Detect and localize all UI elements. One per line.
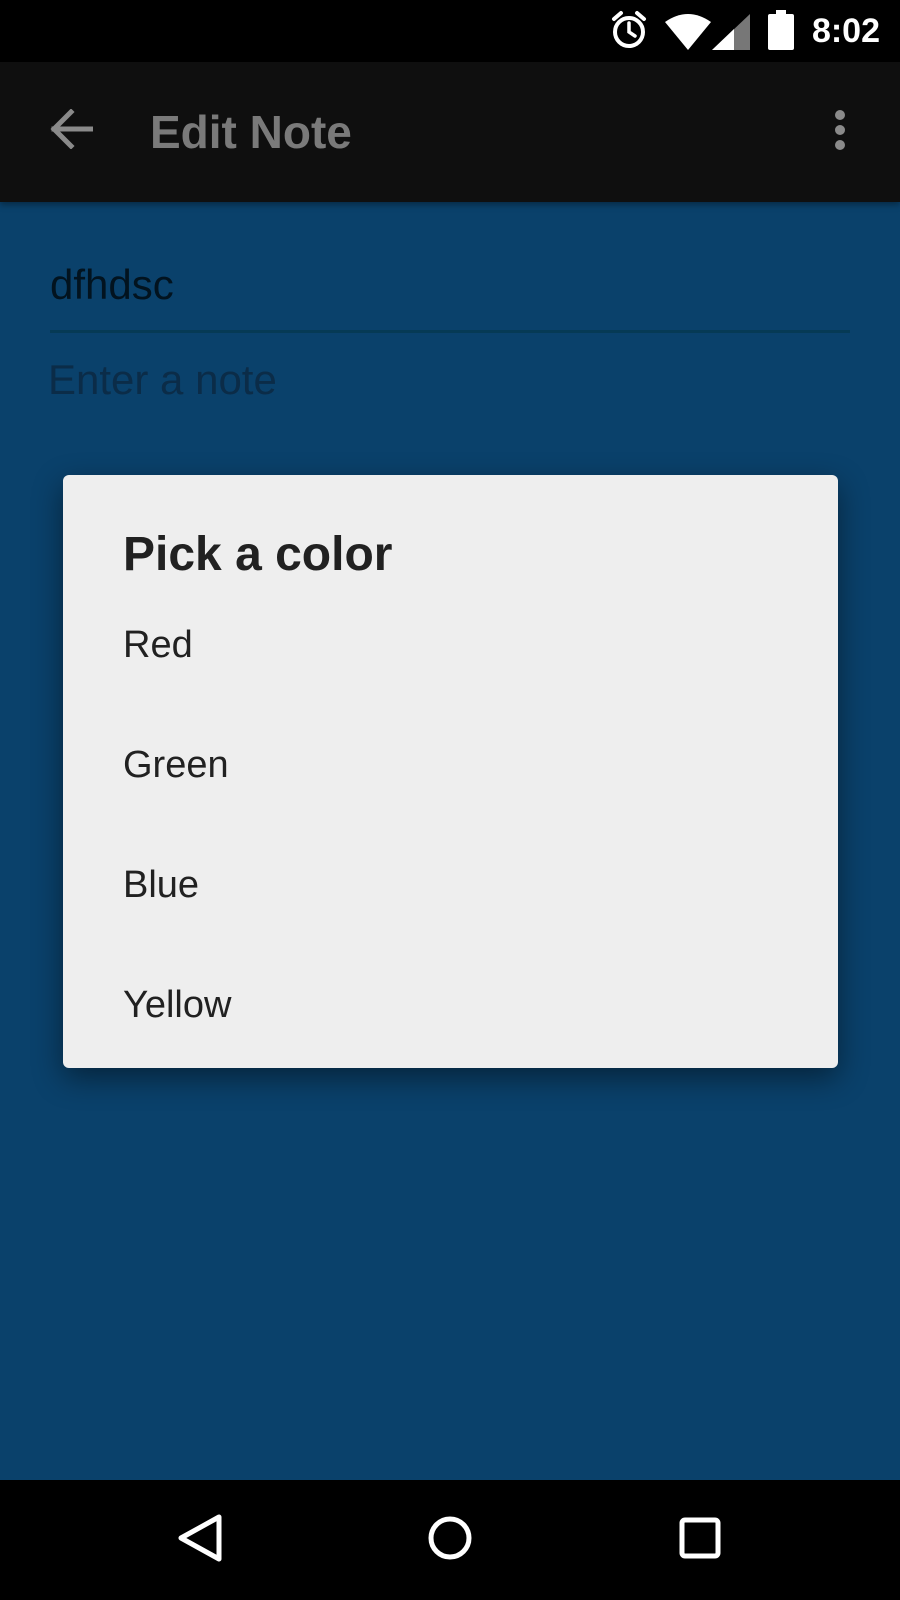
more-vert-icon xyxy=(834,109,846,156)
wifi-icon xyxy=(665,14,711,55)
status-time: 8:02 xyxy=(811,12,880,50)
navigation-bar xyxy=(0,1480,900,1600)
color-option-label: Yellow xyxy=(123,983,232,1026)
app-bar: Edit Note xyxy=(0,62,900,202)
color-option-yellow[interactable]: Yellow xyxy=(63,945,838,1065)
arrow-left-icon xyxy=(49,107,94,154)
color-picker-dialog: Pick a color Red Green Blue Yellow xyxy=(63,475,838,1068)
color-option-label: Red xyxy=(123,623,193,666)
color-option-label: Blue xyxy=(123,863,200,906)
color-option-blue[interactable]: Blue xyxy=(63,825,838,945)
color-option-label: Green xyxy=(123,743,229,786)
dialog-title: Pick a color xyxy=(123,528,393,581)
color-option-red[interactable]: Red xyxy=(63,585,838,705)
recents-square-icon xyxy=(679,1517,721,1564)
page-title: Edit Note xyxy=(150,106,352,158)
status-bar: 8:02 xyxy=(0,0,900,62)
overflow-menu-button[interactable] xyxy=(820,102,860,162)
signal-icon xyxy=(712,14,750,55)
battery-icon xyxy=(768,10,794,55)
nav-back-button[interactable] xyxy=(160,1504,240,1576)
color-option-green[interactable]: Green xyxy=(63,705,838,825)
back-button[interactable] xyxy=(34,94,108,168)
nav-recents-button[interactable] xyxy=(660,1504,740,1576)
nav-home-button[interactable] xyxy=(410,1504,490,1576)
back-triangle-icon xyxy=(177,1513,223,1568)
screen: 8:02 Edit Note dfhdsc Enter a note Pick … xyxy=(0,0,900,1600)
alarm-icon xyxy=(610,10,648,55)
home-circle-icon xyxy=(427,1515,473,1566)
